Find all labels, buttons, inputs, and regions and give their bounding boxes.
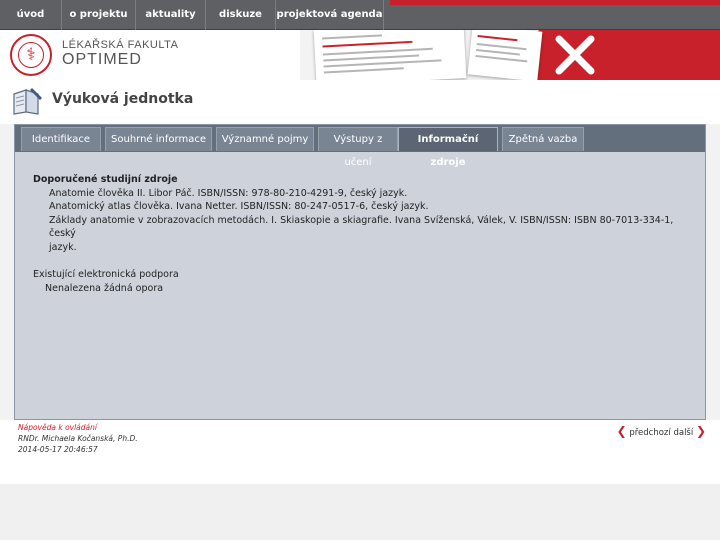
page-bottom-area xyxy=(0,484,720,540)
nav-red-strip xyxy=(390,0,720,5)
banner-document-image-2 xyxy=(467,30,543,80)
book-pencil-icon xyxy=(13,88,42,115)
logo-brand: OPTIMED xyxy=(62,51,142,68)
faculty-seal-logo[interactable]: ⚕ xyxy=(10,34,52,76)
nav-item-diskuze[interactable]: diskuze xyxy=(206,0,276,30)
caduceus-icon: ⚕ xyxy=(26,45,36,65)
nav-item-o-projektu[interactable]: o projektu xyxy=(62,0,136,30)
banner-cross-decoration xyxy=(555,35,595,75)
source-item: Anatomie člověka II. Libor Páč. ISBN/ISS… xyxy=(49,187,408,199)
last-modified-date: 2014-05-17 20:46:57 xyxy=(18,445,98,454)
previous-link[interactable]: předchozí xyxy=(629,428,670,438)
nav-item-uvod[interactable]: úvod xyxy=(0,0,62,30)
banner-document-image xyxy=(313,30,467,80)
source-item: Anatomický atlas člověka. Ivana Netter. … xyxy=(49,201,429,212)
no-support-found-text: Nenalezena žádná opora xyxy=(45,282,164,294)
author-name: RNDr. Michaela Kočanská, Ph.D. xyxy=(18,434,138,443)
logo-title: LÉKAŘSKÁ FAKULTA xyxy=(62,39,179,51)
pager: ❮ předchozí další ❯ xyxy=(617,424,706,438)
electronic-support-heading: Existující elektronická podpora xyxy=(33,269,179,280)
tab-identifikace[interactable]: Identifikace xyxy=(21,127,101,151)
tab-vystupy-z-uceni[interactable]: Výstupy z učení xyxy=(318,127,398,168)
site-header: ⚕ LÉKAŘSKÁ FAKULTA OPTIMED xyxy=(0,30,720,80)
source-item-continuation: jazyk. xyxy=(49,241,77,253)
tab-vyznamne-pojmy[interactable]: Významné pojmy xyxy=(216,127,314,151)
source-item: Základy anatomie v zobrazovacích metodác… xyxy=(49,214,674,240)
top-navigation: úvod o projektu aktuality diskuze projek… xyxy=(0,0,720,30)
tab-bar: Identifikace Souhrné informace Významné … xyxy=(15,125,705,168)
page-footer: Nápověda k ovládání RNDr. Michaela Kočan… xyxy=(0,420,720,484)
tab-informacni-zdroje[interactable]: Informační zdroje xyxy=(398,127,498,168)
tab-zpetna-vazba[interactable]: Zpětná vazba xyxy=(502,127,584,151)
learning-unit-panel: Identifikace Souhrné informace Významné … xyxy=(14,124,706,420)
page-title-row: Výuková jednotka xyxy=(0,80,720,124)
recommended-sources-heading: Doporučené studijní zdroje xyxy=(33,174,178,185)
chevron-left-icon[interactable]: ❮ xyxy=(617,424,627,438)
tab-souhrne-informace[interactable]: Souhrné informace xyxy=(105,127,212,151)
seal-inner-ring: ⚕ xyxy=(18,42,44,68)
next-link[interactable]: další xyxy=(673,428,693,438)
chevron-right-icon[interactable]: ❯ xyxy=(696,424,706,438)
nav-item-aktuality[interactable]: aktuality xyxy=(136,0,206,30)
help-link[interactable]: Nápověda k ovládání xyxy=(18,423,97,432)
page-title: Výuková jednotka xyxy=(52,91,194,107)
header-banner-image xyxy=(300,30,720,80)
tab-content-informacni-zdroje: Doporučené studijní zdroje Anatomie člov… xyxy=(33,173,693,295)
nav-item-projektova-agenda[interactable]: projektová agenda xyxy=(276,0,384,30)
